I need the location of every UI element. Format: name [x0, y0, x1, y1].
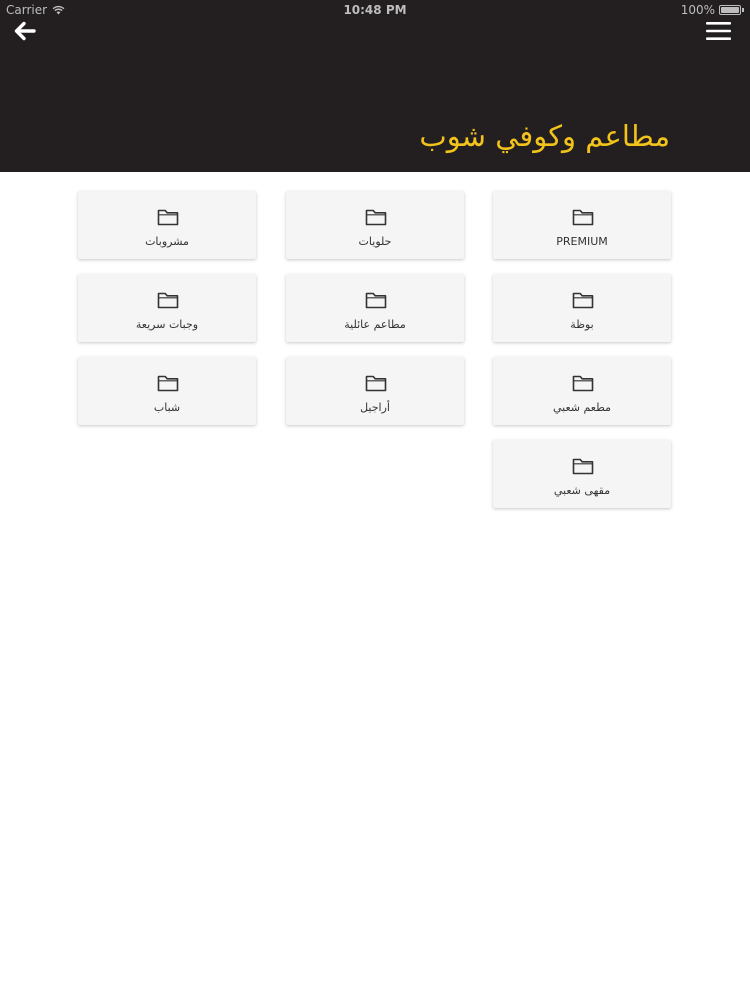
battery-icon	[719, 5, 741, 15]
hamburger-menu-icon	[706, 22, 731, 40]
folder-icon	[572, 209, 594, 226]
category-tile-popular-restaurant[interactable]: مطعم شعبي	[493, 357, 671, 425]
app-header: Carrier 10:48 PM 100% مطاعم وكوفي شوب	[0, 0, 750, 172]
menu-button[interactable]	[705, 20, 732, 42]
arrow-left-icon	[14, 21, 36, 41]
category-tile-popular-cafe[interactable]: مقهى شعبي	[493, 440, 671, 508]
page-title: مطاعم وكوفي شوب	[419, 119, 670, 153]
category-tile-premium[interactable]: PREMIUM	[493, 191, 671, 259]
status-time: 10:48 PM	[343, 3, 407, 17]
folder-icon	[365, 209, 387, 226]
folder-icon	[572, 292, 594, 309]
folder-icon	[157, 375, 179, 392]
category-label: مقهى شعبي	[553, 484, 611, 497]
category-tile-youth[interactable]: شباب	[78, 357, 256, 425]
folder-icon	[572, 458, 594, 475]
category-label: مطعم شعبي	[552, 401, 612, 414]
battery-percent: 100%	[680, 3, 715, 17]
folder-icon	[157, 292, 179, 309]
folder-icon	[365, 375, 387, 392]
category-label: مشروبات	[145, 235, 189, 248]
category-label: بوظة	[570, 318, 594, 331]
category-tile-drinks[interactable]: مشروبات	[78, 191, 256, 259]
category-label: شباب	[153, 401, 181, 414]
category-label: حلويات	[358, 235, 392, 248]
category-tile-fast-food[interactable]: وجبات سريعة	[78, 274, 256, 342]
category-tile-family-restaurants[interactable]: مطاعم عائلية	[286, 274, 464, 342]
category-label: وجبات سريعة	[135, 318, 199, 331]
category-tile-sweets[interactable]: حلويات	[286, 191, 464, 259]
folder-icon	[572, 375, 594, 392]
category-label: مطاعم عائلية	[344, 318, 406, 331]
category-label: PREMIUM	[556, 235, 608, 248]
status-bar: Carrier 10:48 PM 100%	[0, 0, 750, 20]
status-battery: 100%	[681, 0, 744, 20]
category-tile-hookah[interactable]: أراجيل	[286, 357, 464, 425]
category-label: أراجيل	[360, 401, 390, 414]
back-button[interactable]	[12, 19, 38, 43]
category-tile-ice-cream[interactable]: بوظة	[493, 274, 671, 342]
folder-icon	[365, 292, 387, 309]
app-screen: Carrier 10:48 PM 100% مطاعم وكوفي شوب PR…	[0, 0, 750, 1000]
folder-icon	[157, 209, 179, 226]
